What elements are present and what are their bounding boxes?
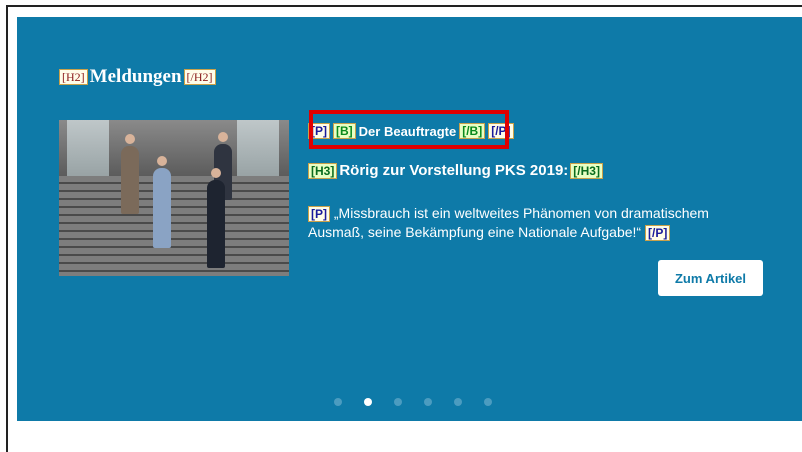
- carousel-dots: [334, 398, 492, 406]
- summary-p-open-tag: [P]: [308, 206, 330, 223]
- read-article-button[interactable]: Zum Artikel: [658, 260, 763, 296]
- article-summary: [P] „Missbrauch ist ein weltweites Phäno…: [308, 204, 768, 242]
- news-heading: [H2] Meldungen [/H2]: [59, 66, 216, 88]
- h2-close-tag: [/H2]: [183, 69, 216, 85]
- carousel-dot[interactable]: [484, 398, 492, 406]
- carousel-dot[interactable]: [334, 398, 342, 406]
- article-photo[interactable]: [59, 120, 289, 276]
- article-title[interactable]: [H3] Rörig zur Vorstellung PKS 2019: [/H…: [308, 162, 603, 179]
- h3-open-tag: [H3]: [308, 162, 338, 179]
- highlight-box: [309, 110, 509, 149]
- carousel-dot[interactable]: [394, 398, 402, 406]
- carousel-dot[interactable]: [364, 398, 372, 406]
- carousel-dot[interactable]: [424, 398, 432, 406]
- section-title: Meldungen: [89, 66, 182, 87]
- carousel-dot[interactable]: [454, 398, 462, 406]
- summary-p-close-tag: [/P]: [645, 225, 671, 242]
- h3-close-tag: [/H3]: [570, 162, 603, 179]
- article-title-text[interactable]: Rörig zur Vorstellung PKS 2019:: [339, 162, 568, 179]
- h2-open-tag: [H2]: [59, 69, 88, 85]
